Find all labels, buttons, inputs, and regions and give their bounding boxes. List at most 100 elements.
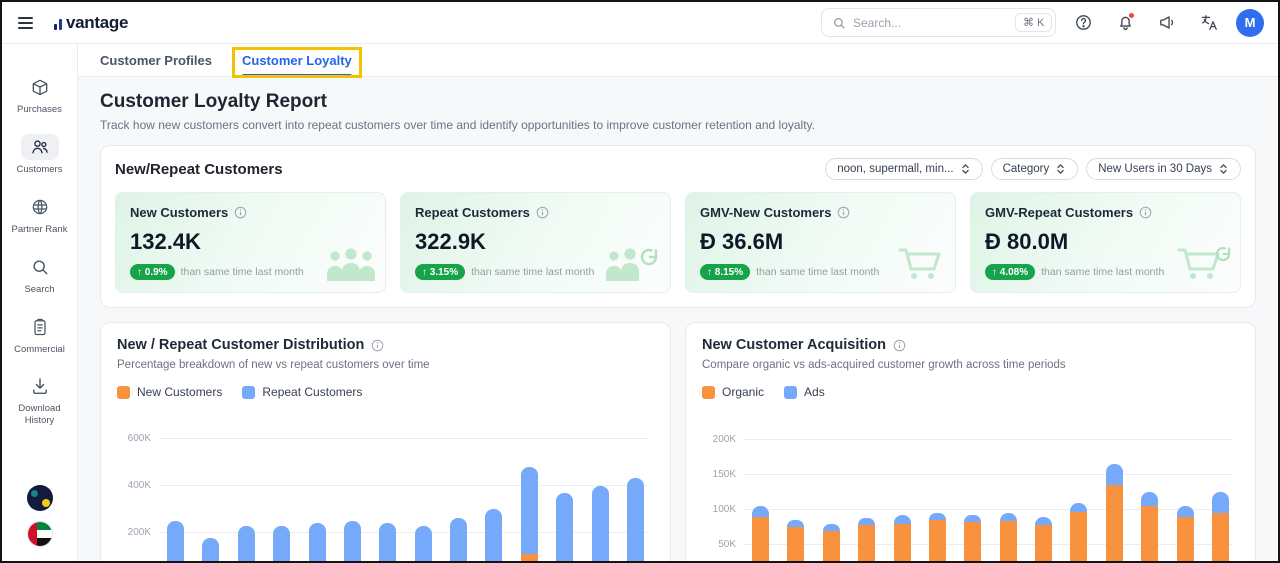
uae-flag-icon[interactable] — [27, 521, 53, 547]
bar-segment-repeat-customers — [273, 526, 290, 563]
info-icon[interactable] — [893, 339, 906, 352]
stacked-bar[interactable] — [556, 493, 573, 563]
info-icon[interactable] — [837, 206, 850, 219]
info-icon[interactable] — [536, 206, 549, 219]
kpi-cards-row: New Customers 132.4K ↑ 0.9% than same ti… — [115, 192, 1241, 293]
sidebar-item-search[interactable]: Search — [6, 254, 73, 296]
announcements-megaphone-icon[interactable] — [1152, 8, 1182, 38]
download-icon — [21, 373, 59, 399]
info-icon[interactable] — [234, 206, 247, 219]
hamburger-menu-icon[interactable] — [16, 10, 42, 36]
stacked-bar[interactable] — [1212, 492, 1229, 563]
stacked-bar[interactable] — [823, 524, 840, 563]
help-icon[interactable] — [1068, 8, 1098, 38]
sidebar-item-label: Download History — [6, 403, 73, 427]
stacked-bar[interactable] — [858, 518, 875, 563]
vantage-logo[interactable]: vantage — [54, 13, 128, 33]
legend-item: Ads — [784, 385, 825, 399]
bar-segment-ads — [1177, 506, 1194, 517]
stacked-bar[interactable] — [309, 523, 326, 563]
marketplace-filter-select[interactable]: noon, supermall, min... — [825, 158, 982, 180]
category-filter-select[interactable]: Category — [991, 158, 1079, 180]
stacked-bar[interactable] — [627, 478, 644, 563]
stacked-bar[interactable] — [1177, 506, 1194, 563]
info-icon[interactable] — [1139, 206, 1152, 219]
bar-segment-ads — [823, 524, 840, 531]
stacked-bar[interactable] — [1070, 503, 1087, 563]
bar-segment-repeat-customers — [202, 538, 219, 563]
info-icon[interactable] — [371, 339, 384, 352]
chart-subtitle: Percentage breakdown of new vs repeat cu… — [117, 359, 654, 371]
gridline — [744, 439, 1233, 440]
sidebar-item-commercial[interactable]: Commercial — [6, 314, 73, 356]
sidebar-item-partner-rank[interactable]: Partner Rank — [6, 194, 73, 236]
global-search[interactable]: ⌘ K — [821, 8, 1056, 37]
bar-segment-organic — [1177, 517, 1194, 563]
legend-label: Repeat Customers — [262, 385, 362, 399]
stacked-bar[interactable] — [592, 486, 609, 563]
stacked-bar[interactable] — [752, 506, 769, 563]
stacked-bar[interactable] — [379, 523, 396, 563]
search-input[interactable] — [853, 16, 1008, 30]
stacked-bar[interactable] — [929, 513, 946, 563]
chevron-updown-icon — [1055, 163, 1066, 175]
stacked-bar[interactable] — [202, 538, 219, 563]
tab-customer-profiles[interactable]: Customer Profiles — [100, 44, 212, 76]
sidebar-item-download-history[interactable]: Download History — [6, 373, 73, 427]
cart-watermark-icon — [897, 245, 947, 286]
chart-title: New Customer Acquisition — [702, 337, 886, 353]
y-axis-tick-label: 50K — [702, 539, 736, 550]
stacked-bar[interactable] — [521, 467, 538, 563]
keyboard-shortcut-chip: ⌘ K — [1015, 13, 1052, 32]
customers-icon — [21, 134, 59, 160]
stacked-bar[interactable] — [964, 515, 981, 563]
sidebar-item-label: Commercial — [14, 344, 65, 356]
stacked-bar[interactable] — [415, 526, 432, 563]
stacked-bar[interactable] — [1141, 492, 1158, 563]
stacked-bar[interactable] — [1106, 464, 1123, 563]
bar-segment-repeat-customers — [485, 509, 502, 563]
bar-segment-repeat-customers — [450, 518, 467, 563]
search-nav-icon — [21, 254, 59, 280]
gridline — [159, 438, 648, 439]
y-axis-tick-label: 150K — [702, 469, 736, 480]
stacked-bar[interactable] — [894, 515, 911, 563]
bar-segment-ads — [1000, 513, 1017, 521]
cart-refresh-watermark-icon — [1176, 245, 1232, 286]
sidebar-item-customers[interactable]: Customers — [6, 134, 73, 176]
stacked-bar[interactable] — [238, 526, 255, 563]
stacked-bar[interactable] — [787, 520, 804, 563]
stacked-bar[interactable] — [450, 518, 467, 563]
sidebar-item-label: Customers — [17, 164, 63, 176]
marketplace-logo-badge[interactable] — [27, 485, 53, 511]
stacked-bar[interactable] — [1035, 517, 1052, 563]
sidebar-bottom-badges — [27, 485, 53, 551]
stacked-bar[interactable] — [344, 521, 361, 563]
stacked-bar[interactable] — [485, 509, 502, 563]
kpi-delta-badge: ↑ 3.15% — [415, 264, 465, 280]
stacked-bar[interactable] — [273, 526, 290, 563]
stacked-bar[interactable] — [1000, 513, 1017, 563]
new-users-period-select[interactable]: New Users in 30 Days — [1086, 158, 1241, 180]
page-content: Customer Loyalty Report Track how new cu… — [78, 77, 1278, 561]
sidebar-item-purchases[interactable]: Purchases — [6, 74, 73, 116]
bar-segment-organic — [1106, 485, 1123, 563]
bar-segment-organic — [1212, 513, 1229, 563]
tab-customer-loyalty[interactable]: Customer Loyalty — [242, 44, 352, 76]
stacked-bar[interactable] — [167, 521, 184, 563]
bar-segment-ads — [1141, 492, 1158, 506]
notifications-bell-icon[interactable] — [1110, 8, 1140, 38]
y-axis-tick-label: 200K — [117, 527, 151, 538]
bar-segment-ads — [787, 520, 804, 527]
legend-item: Repeat Customers — [242, 385, 362, 399]
section-title: New/Repeat Customers — [115, 161, 283, 178]
bar-segment-organic — [787, 527, 804, 563]
legend-swatch — [242, 386, 255, 399]
bar-segment-organic — [894, 524, 911, 563]
translate-language-icon[interactable] — [1194, 8, 1224, 38]
stacked-bar-chart: 50K100K150K200K — [702, 415, 1239, 563]
charts-row: New / Repeat Customer Distribution Perce… — [100, 322, 1256, 563]
user-avatar[interactable]: M — [1236, 9, 1264, 37]
bar-segment-repeat-customers — [592, 486, 609, 563]
bar-segment-ads — [1070, 503, 1087, 512]
